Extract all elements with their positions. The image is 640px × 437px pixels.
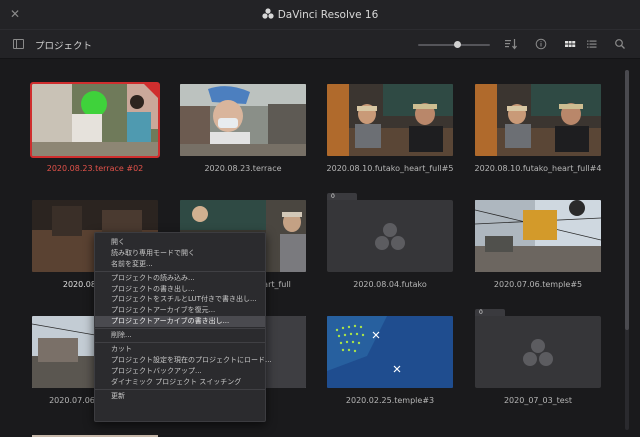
folder-thumbnail[interactable] xyxy=(327,200,453,272)
project-label: 2020.02.25.temple#3 xyxy=(345,396,435,405)
davinci-placeholder-icon xyxy=(375,223,405,250)
project-label: 2020.08.04.futako xyxy=(353,280,427,289)
project-thumbnail[interactable] xyxy=(327,84,453,156)
search-icon[interactable] xyxy=(613,37,627,51)
menu-item-open-read-only[interactable]: 読み取り専用モードで開く xyxy=(95,248,265,259)
project-label: 2020.08.23.terrace #02 xyxy=(46,164,144,173)
list-view-icon[interactable] xyxy=(585,37,599,51)
project-thumbnail[interactable] xyxy=(327,316,453,388)
menu-item-delete[interactable]: 削除... xyxy=(95,330,265,341)
menu-divider xyxy=(95,270,265,272)
project-label: 2020.07.06.temple#5 xyxy=(493,280,583,289)
menu-divider xyxy=(95,388,265,390)
project-thumbnail[interactable] xyxy=(475,200,601,272)
title-bar: ✕ DaVinci Resolve 16 xyxy=(0,0,640,30)
menu-divider xyxy=(95,328,265,330)
project-thumbnail[interactable] xyxy=(32,430,158,437)
project-toolbar: プロジェクト xyxy=(0,30,640,59)
sidebar-toggle-icon[interactable] xyxy=(13,39,24,49)
project-label: 2020_07_03_test xyxy=(503,396,573,405)
scrollbar-thumb[interactable] xyxy=(625,70,629,330)
menu-item-import-project[interactable]: プロジェクトの読み込み... xyxy=(95,273,265,284)
info-icon[interactable] xyxy=(534,37,548,51)
menu-item-load-settings[interactable]: プロジェクト設定を現在のプロジェクトにロード... xyxy=(95,355,272,366)
project-thumbnail[interactable] xyxy=(180,84,306,156)
project-thumbnail[interactable] xyxy=(30,82,160,158)
menu-divider xyxy=(95,342,265,344)
project-context-menu: 開く 読み取り専用モードで開く 名前を変更... プロジェクトの読み込み... … xyxy=(94,232,272,422)
project-label: 2020.08.10.futako_heart_full#4 xyxy=(474,164,602,173)
sort-icon[interactable] xyxy=(504,37,518,51)
menu-item-open[interactable]: 開く xyxy=(95,237,265,248)
menu-item-cut[interactable]: カット xyxy=(95,344,265,355)
menu-item-rename[interactable]: 名前を変更... xyxy=(95,259,265,270)
thumbnail-size-slider-knob[interactable] xyxy=(454,41,461,48)
project-thumbnail[interactable] xyxy=(475,84,601,156)
project-label: 2020.08.10.futako_heart_full#5 xyxy=(326,164,454,173)
menu-item-dynamic-switching[interactable]: ダイナミック プロジェクト スイッチング xyxy=(95,377,265,388)
menu-item-export-archive[interactable]: プロジェクトアーカイブの書き出し... xyxy=(95,316,265,328)
menu-item-export-project[interactable]: プロジェクトの書き出し... xyxy=(95,284,265,295)
project-label: 2020.08.23.terrace xyxy=(204,164,282,173)
menu-item-refresh[interactable]: 更新 xyxy=(95,391,265,402)
vertical-scrollbar[interactable] xyxy=(625,70,629,430)
menu-item-project-backup[interactable]: プロジェクトバックアップ... xyxy=(95,366,265,377)
app-title-text: DaVinci Resolve 16 xyxy=(277,9,379,21)
menu-item-restore-archive[interactable]: プロジェクトアーカイブを復元... xyxy=(95,305,265,316)
folder-thumbnail[interactable] xyxy=(475,316,601,388)
davinci-placeholder-icon xyxy=(523,339,553,366)
grid-view-icon[interactable] xyxy=(563,37,577,51)
menu-item-export-with-stills-luts[interactable]: プロジェクトをスチルとLUT付きで書き出し... xyxy=(95,294,265,305)
page-title: プロジェクト xyxy=(35,41,93,52)
app-title: DaVinci Resolve 16 xyxy=(0,8,640,21)
davinci-logo-icon xyxy=(262,8,274,19)
